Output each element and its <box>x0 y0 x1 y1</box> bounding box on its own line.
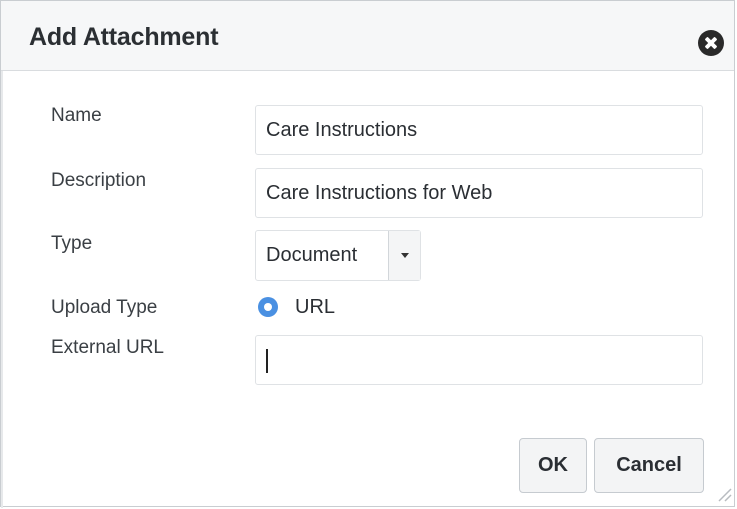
dialog-header: Add Attachment <box>1 1 734 71</box>
text-cursor <box>266 349 268 373</box>
external-url-field[interactable] <box>255 335 703 385</box>
description-field-value: Care Instructions for Web <box>266 182 493 204</box>
dialog-title: Add Attachment <box>29 23 219 51</box>
upload-type-url-radio[interactable] <box>258 297 278 317</box>
upload-type-url-label[interactable]: URL <box>295 296 335 319</box>
add-attachment-dialog: Add Attachment Name Care Instructions De… <box>0 0 735 508</box>
name-field-value: Care Instructions <box>266 119 418 141</box>
name-field[interactable]: Care Instructions <box>255 105 703 155</box>
external-url-label: External URL <box>51 337 164 358</box>
chevron-down-icon[interactable] <box>388 231 420 280</box>
type-select-value: Document <box>266 244 358 266</box>
cancel-button[interactable]: Cancel <box>594 438 704 493</box>
description-label: Description <box>51 170 147 191</box>
description-field[interactable]: Care Instructions for Web <box>255 168 703 218</box>
upload-type-label: Upload Type <box>51 297 158 318</box>
ok-button[interactable]: OK <box>519 438 587 493</box>
resize-grip-icon[interactable] <box>713 483 733 503</box>
type-label: Type <box>51 233 93 254</box>
name-label: Name <box>51 105 102 126</box>
close-icon[interactable] <box>698 30 724 56</box>
dialog-left-edge <box>1 1 3 508</box>
type-select[interactable]: Document <box>255 230 421 281</box>
